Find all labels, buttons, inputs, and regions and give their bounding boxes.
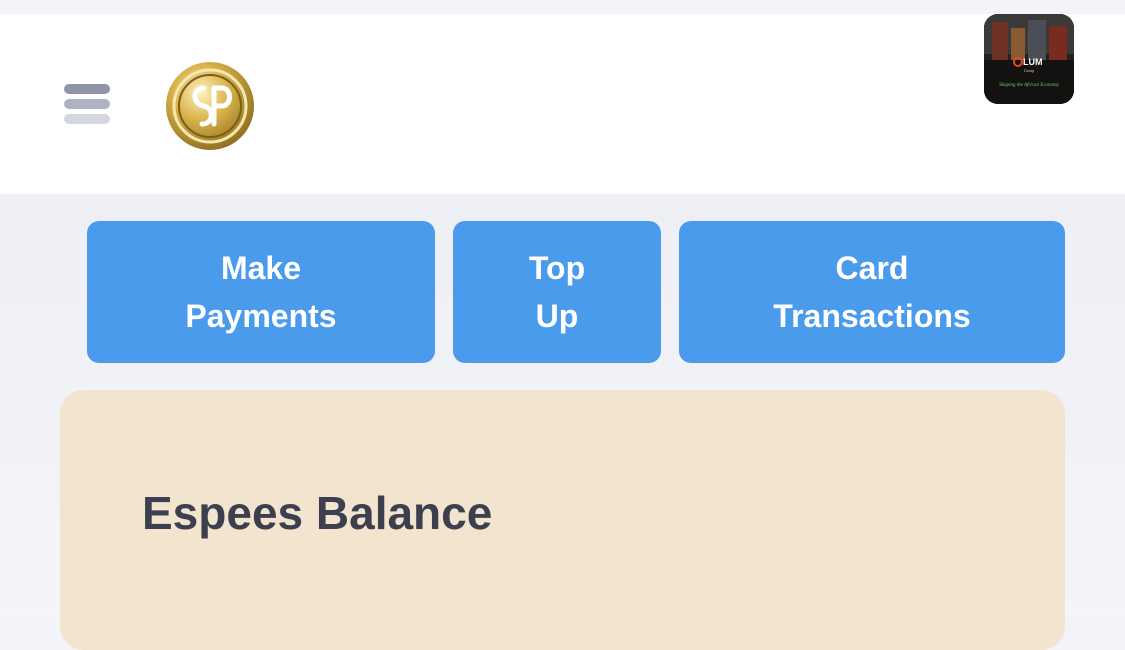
card-transactions-label-line2: Transactions [773, 298, 971, 334]
hamburger-menu-button[interactable] [60, 78, 116, 128]
menu-bar-bottom [64, 114, 110, 124]
make-payments-label-line1: Make [220, 250, 302, 286]
top-up-label-line1: Top [528, 250, 586, 286]
svg-text:LUM: LUM [1023, 57, 1043, 67]
menu-bar-middle [64, 99, 110, 109]
olum-group-avatar[interactable]: LUM Group Shaping the African Economy [984, 14, 1074, 104]
balance-title: Espees Balance [142, 487, 493, 539]
top-up-button[interactable]: Top Up [453, 221, 661, 363]
make-payments-label-line2: Payments [185, 298, 337, 334]
menu-bar-top [64, 84, 110, 94]
svg-text:Group: Group [1024, 68, 1034, 73]
card-transactions-button[interactable]: Card Transactions [679, 221, 1065, 363]
status-strip [0, 0, 1125, 14]
make-payments-button[interactable]: Make Payments [87, 221, 435, 363]
main-content: Make Payments Top Up Card Transactions E… [0, 194, 1125, 650]
svg-text:Shaping the African Economy: Shaping the African Economy [999, 83, 1060, 88]
card-transactions-label-line1: Card [835, 250, 909, 286]
espees-coin-logo-icon[interactable] [164, 60, 256, 152]
top-up-label-line2: Up [535, 298, 579, 334]
espees-balance-card: Espees Balance [60, 390, 1065, 650]
app-header: LUM Group Shaping the African Economy [0, 14, 1125, 194]
